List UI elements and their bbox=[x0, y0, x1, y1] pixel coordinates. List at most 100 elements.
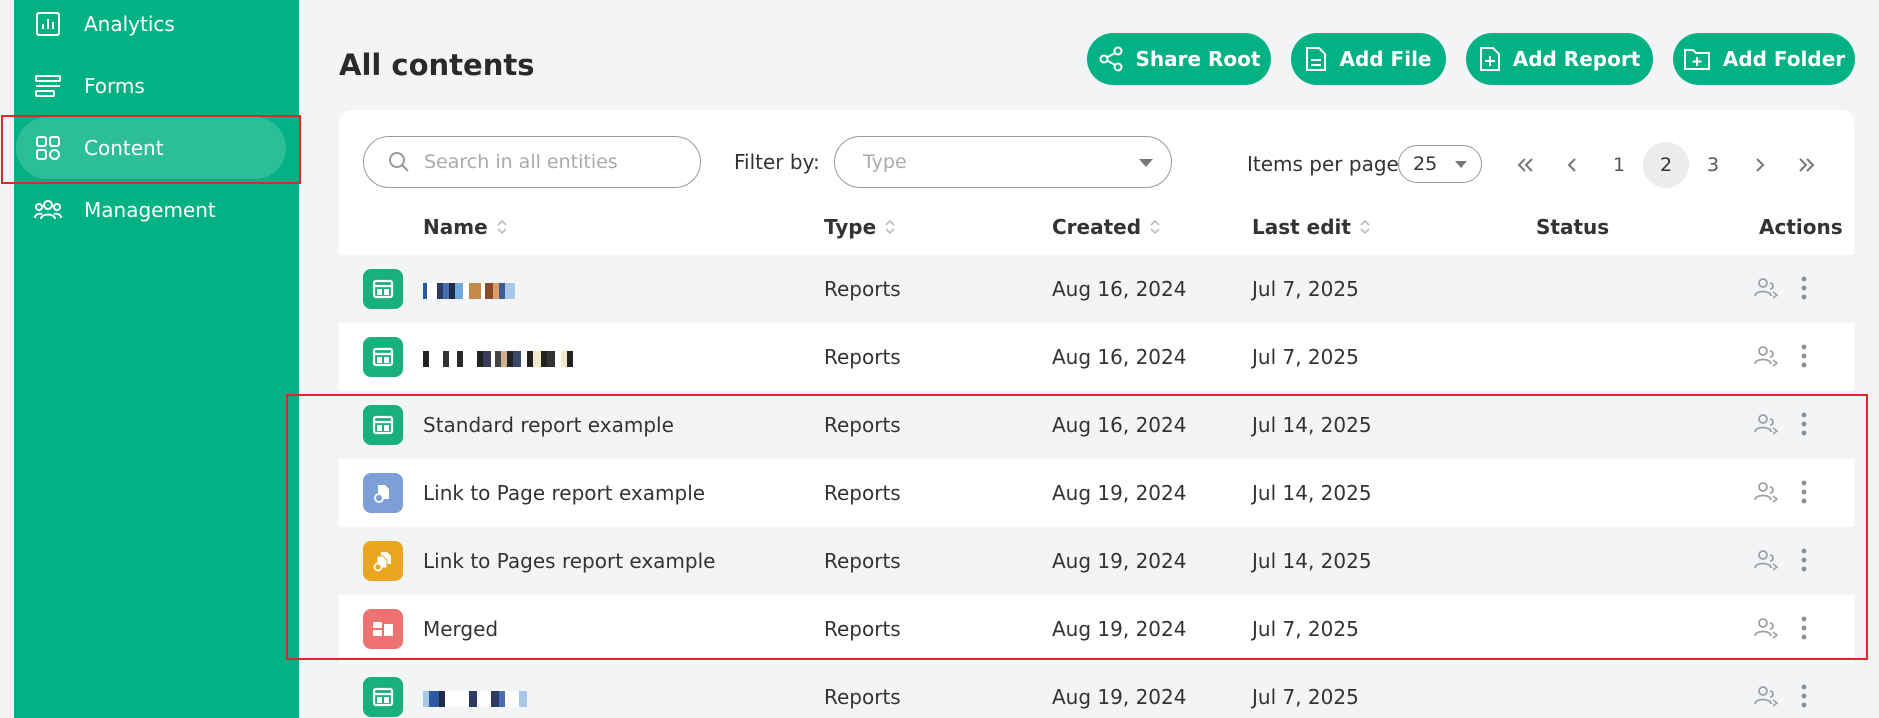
row-type: Reports bbox=[824, 345, 901, 369]
column-header-last-edit[interactable]: Last edit bbox=[1252, 215, 1371, 239]
next-page-button[interactable] bbox=[1737, 142, 1783, 188]
column-header-label: Actions bbox=[1759, 215, 1843, 239]
add-folder-label: Add Folder bbox=[1722, 47, 1846, 71]
row-name[interactable]: Link to Page report example bbox=[423, 481, 705, 505]
type-filter-placeholder: Type bbox=[863, 151, 907, 173]
sort-icon bbox=[497, 219, 507, 235]
row-name[interactable]: Link to Pages report example bbox=[423, 549, 715, 573]
items-per-page-value: 25 bbox=[1413, 153, 1438, 175]
more-vertical-icon[interactable] bbox=[1800, 411, 1808, 441]
column-header-actions: Actions bbox=[1759, 215, 1843, 239]
row-last-edit: Jul 14, 2025 bbox=[1252, 413, 1372, 437]
more-vertical-icon[interactable] bbox=[1800, 547, 1808, 577]
column-header-label: Type bbox=[824, 215, 877, 239]
link-page-icon bbox=[363, 473, 403, 513]
share-user-icon[interactable] bbox=[1754, 413, 1779, 439]
forms-icon bbox=[34, 72, 62, 100]
chevron-left-icon bbox=[1567, 158, 1576, 172]
row-created: Aug 16, 2024 bbox=[1052, 277, 1187, 301]
page-title: All contents bbox=[339, 48, 535, 82]
add-folder-button[interactable]: Add Folder bbox=[1673, 33, 1855, 85]
table-row[interactable]: Reports Aug 16, 2024 Jul 7, 2025 bbox=[339, 323, 1854, 391]
row-name[interactable]: Merged bbox=[423, 617, 498, 641]
row-name[interactable]: Standard report example bbox=[423, 413, 674, 437]
add-report-button[interactable]: Add Report bbox=[1466, 33, 1653, 85]
sort-icon bbox=[1150, 219, 1160, 235]
content-card: Filter by: Type Items per page 25 1 2 3 … bbox=[339, 110, 1854, 718]
add-report-icon bbox=[1479, 47, 1500, 71]
first-page-button[interactable] bbox=[1502, 142, 1548, 188]
search-input[interactable] bbox=[424, 151, 684, 173]
table-row[interactable]: Reports Aug 16, 2024 Jul 7, 2025 bbox=[339, 255, 1854, 323]
share-user-icon[interactable] bbox=[1754, 617, 1779, 643]
more-vertical-icon[interactable] bbox=[1800, 275, 1808, 305]
table-row[interactable]: Reports Aug 19, 2024 Jul 7, 2025 bbox=[339, 663, 1854, 718]
row-type: Reports bbox=[824, 549, 901, 573]
column-header-type[interactable]: Type bbox=[824, 215, 896, 239]
row-created: Aug 19, 2024 bbox=[1052, 685, 1187, 709]
redacted-name bbox=[423, 345, 573, 369]
column-header-label: Status bbox=[1536, 215, 1610, 239]
row-type: Reports bbox=[824, 277, 901, 301]
sidebar-item-label: Analytics bbox=[84, 12, 175, 36]
add-file-button[interactable]: Add File bbox=[1291, 33, 1446, 85]
share-user-icon[interactable] bbox=[1754, 685, 1779, 711]
share-root-label: Share Root bbox=[1135, 47, 1261, 71]
column-header-created[interactable]: Created bbox=[1052, 215, 1161, 239]
column-header-name[interactable]: Name bbox=[423, 215, 508, 239]
page-2-button[interactable]: 2 bbox=[1643, 142, 1689, 188]
column-header-status: Status bbox=[1536, 215, 1609, 239]
filter-label: Filter by: bbox=[734, 150, 820, 174]
share-root-button[interactable]: Share Root bbox=[1087, 33, 1271, 85]
more-vertical-icon[interactable] bbox=[1800, 615, 1808, 645]
row-created: Aug 19, 2024 bbox=[1052, 617, 1187, 641]
row-type: Reports bbox=[824, 617, 901, 641]
page-3-button[interactable]: 3 bbox=[1690, 142, 1736, 188]
share-user-icon[interactable] bbox=[1754, 345, 1779, 371]
table-row[interactable]: Standard report example Reports Aug 16, 20… bbox=[339, 391, 1854, 459]
report-icon bbox=[363, 269, 403, 309]
sidebar-item-analytics[interactable]: Analytics bbox=[16, 0, 286, 55]
sidebar: Analytics Forms Content Management bbox=[14, 0, 299, 718]
sidebar-item-management[interactable]: Management bbox=[16, 179, 286, 241]
share-user-icon[interactable] bbox=[1754, 277, 1779, 303]
sidebar-item-content[interactable]: Content bbox=[16, 117, 286, 179]
report-icon bbox=[363, 677, 403, 717]
items-per-page-label: Items per page bbox=[1247, 152, 1399, 176]
page-1-button[interactable]: 1 bbox=[1596, 142, 1642, 188]
share-user-icon[interactable] bbox=[1754, 481, 1779, 507]
users-icon bbox=[34, 196, 62, 224]
sort-icon bbox=[885, 219, 895, 235]
row-created: Aug 19, 2024 bbox=[1052, 481, 1187, 505]
caret-down-icon bbox=[1455, 161, 1467, 168]
link-pages-icon bbox=[363, 541, 403, 581]
double-chevron-right-icon bbox=[1799, 158, 1815, 172]
row-type: Reports bbox=[824, 685, 901, 709]
chart-icon bbox=[34, 10, 62, 38]
report-icon bbox=[363, 337, 403, 377]
column-header-label: Created bbox=[1052, 215, 1142, 239]
search-icon bbox=[389, 152, 409, 172]
search-box[interactable] bbox=[363, 136, 701, 188]
prev-page-button[interactable] bbox=[1549, 142, 1595, 188]
row-type: Reports bbox=[824, 481, 901, 505]
more-vertical-icon[interactable] bbox=[1800, 479, 1808, 509]
caret-down-icon bbox=[1139, 159, 1153, 167]
table-row[interactable]: Link to Pages report example Reports Aug 1… bbox=[339, 527, 1854, 595]
share-icon bbox=[1099, 46, 1122, 72]
double-chevron-left-icon bbox=[1517, 158, 1533, 172]
items-per-page-select[interactable]: 25 bbox=[1398, 145, 1482, 183]
last-page-button[interactable] bbox=[1784, 142, 1830, 188]
row-last-edit: Jul 7, 2025 bbox=[1252, 617, 1359, 641]
type-filter-select[interactable]: Type bbox=[834, 136, 1172, 188]
column-header-label: Last edit bbox=[1252, 215, 1351, 239]
share-user-icon[interactable] bbox=[1754, 549, 1779, 575]
column-header-label: Name bbox=[423, 215, 488, 239]
more-vertical-icon[interactable] bbox=[1800, 343, 1808, 373]
more-vertical-icon[interactable] bbox=[1800, 683, 1808, 713]
row-created: Aug 16, 2024 bbox=[1052, 345, 1187, 369]
sidebar-item-label: Content bbox=[84, 136, 164, 160]
sidebar-item-forms[interactable]: Forms bbox=[16, 55, 286, 117]
table-row[interactable]: Link to Page report example Reports Aug 19… bbox=[339, 459, 1854, 527]
table-row[interactable]: Merged Reports Aug 19, 2024 Jul 7, 2025 bbox=[339, 595, 1854, 663]
